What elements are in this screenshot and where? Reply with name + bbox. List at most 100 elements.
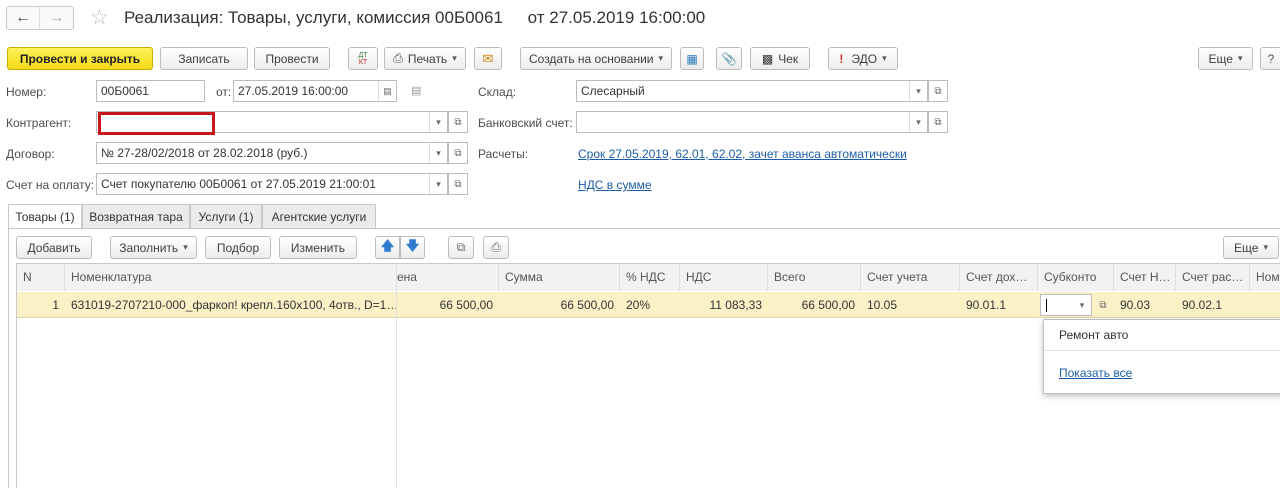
invoice-field[interactable]: Счет покупателю 00Б0061 от 27.05.2019 21… — [96, 173, 448, 195]
invoice-value: Счет покупателю 00Б0061 от 27.05.2019 21… — [101, 177, 376, 191]
copy-row-button[interactable]: ⧉ — [448, 236, 474, 259]
settlements-label: Расчеты: — [478, 147, 529, 161]
contract-open-icon[interactable]: ⧉ — [448, 142, 468, 164]
cell-sum[interactable]: 66 500,00 — [499, 292, 620, 318]
col-header-n[interactable]: N — [17, 264, 65, 291]
fill-button[interactable]: Заполнить — [110, 236, 197, 259]
dt-kt-button[interactable]: ДТ КТ — [348, 47, 378, 70]
vat-in-sum-link[interactable]: НДС в сумме — [578, 178, 652, 192]
bank-account-dropdown-icon[interactable]: ▾ — [909, 112, 927, 132]
cell-expense-account[interactable]: 90.02.1 — [1176, 292, 1250, 318]
help-button[interactable]: ? — [1260, 47, 1280, 70]
contract-field[interactable]: № 27-28/02/2018 от 28.02.2018 (руб.) ▾ — [96, 142, 448, 164]
cell-nomenclature[interactable]: 631019-2707210-000_фаркоп! крепл.160x100… — [65, 292, 397, 318]
change-button[interactable]: Изменить — [279, 236, 357, 259]
redaction-box — [98, 112, 215, 135]
tab-goods[interactable]: Товары (1) — [8, 204, 82, 229]
add-button[interactable]: Добавить — [16, 236, 92, 259]
warehouse-open-icon[interactable]: ⧉ — [928, 80, 948, 102]
cell-vat[interactable]: 11 083,33 — [680, 292, 768, 318]
col-header-account[interactable]: Счет учета — [861, 264, 960, 291]
number-label: Номер: — [6, 85, 47, 99]
forward-arrow-icon[interactable]: → — [40, 7, 73, 29]
tab-services[interactable]: Услуги (1) — [190, 204, 262, 228]
warehouse-field[interactable]: Слесарный ▾ — [576, 80, 928, 102]
email-button[interactable]: ✉ — [474, 47, 502, 70]
favorite-star-icon[interactable]: ☆ — [90, 5, 109, 30]
cell-vat-rate[interactable]: 20% — [620, 292, 680, 318]
settlements-link[interactable]: Срок 27.05.2019, 62.01, 62.02, зачет ава… — [578, 147, 907, 161]
post-button[interactable]: Провести — [254, 47, 330, 70]
calendar-icon[interactable]: ▤ — [378, 81, 396, 101]
col-header-vat-account[interactable]: Счет Н… — [1114, 264, 1176, 291]
table-more-button[interactable]: Еще — [1223, 236, 1279, 259]
clipboard-icon: ⎙ — [491, 240, 501, 254]
counterparty-open-icon[interactable]: ⧉ — [448, 111, 468, 133]
print-label: Печать — [407, 51, 448, 66]
structure-button[interactable]: ▦ — [680, 47, 704, 70]
cell-price[interactable]: 66 500,00 — [397, 292, 499, 318]
tab-returnable-packaging[interactable]: Возвратная тара — [82, 204, 190, 228]
back-arrow-icon[interactable]: ← — [7, 7, 41, 29]
col-header-expense-account[interactable]: Счет рас… — [1176, 264, 1250, 291]
popup-item-car-repair[interactable]: Ремонт авто — [1059, 328, 1128, 342]
warehouse-label: Склад: — [478, 85, 517, 99]
col-header-subconto[interactable]: Субконто — [1038, 264, 1114, 291]
paste-row-button[interactable]: ⎙ — [483, 236, 509, 259]
counterparty-dropdown-icon[interactable]: ▾ — [429, 112, 447, 132]
dt-kt-icon: ДТ КТ — [358, 51, 368, 66]
attach-button[interactable]: 📎 — [716, 47, 742, 70]
page-title-text: Реализация: Товары, услуги, комиссия 00Б… — [124, 8, 503, 27]
col-header-price[interactable]: ена — [397, 264, 499, 291]
copy-icon: ⧉ — [456, 240, 466, 254]
edo-button[interactable]: ! ЭДО — [828, 47, 898, 70]
col-header-nom[interactable]: Ном — [1250, 264, 1280, 291]
cell-n[interactable]: 1 — [17, 292, 65, 318]
page-title: Реализация: Товары, услуги, комиссия 00Б… — [124, 8, 705, 28]
warehouse-dropdown-icon[interactable]: ▾ — [909, 81, 927, 101]
contract-value: № 27-28/02/2018 от 28.02.2018 (руб.) — [101, 146, 308, 160]
col-header-total[interactable]: Всего — [768, 264, 861, 291]
number-field[interactable]: 00Б0061 — [96, 80, 205, 102]
cell-account[interactable]: 10.05 — [861, 292, 960, 318]
col-header-income-account[interactable]: Счет дох… — [960, 264, 1038, 291]
move-down-button[interactable]: 🡇 — [400, 236, 425, 259]
nav-back-forward: ← → — [6, 6, 74, 30]
warehouse-value: Слесарный — [581, 84, 645, 98]
create-based-on-button[interactable]: Создать на основании — [520, 47, 672, 70]
col-header-nomenclature[interactable]: Номенклатура — [65, 264, 397, 291]
subconto-editor[interactable]: ▾ — [1040, 294, 1092, 316]
save-button[interactable]: Записать — [160, 47, 248, 70]
bank-account-label: Банковский счет: — [478, 116, 573, 130]
structure-icon: ▦ — [686, 51, 698, 66]
date-from-label: от: — [216, 85, 232, 99]
show-all-link[interactable]: Показать все — [1059, 366, 1132, 380]
receipt-button[interactable]: ▩ Чек — [750, 47, 810, 70]
cell-vat-account[interactable]: 90.03 — [1114, 292, 1176, 318]
bank-account-field[interactable]: ▾ — [576, 111, 928, 133]
invoice-dropdown-icon[interactable]: ▾ — [429, 174, 447, 194]
col-header-sum[interactable]: Сумма — [499, 264, 620, 291]
invoice-label: Счет на оплату: — [6, 178, 95, 192]
date-field[interactable]: 27.05.2019 16:00:00 ▤ — [233, 80, 397, 102]
subconto-dropdown-popup: Ремонт авто Показать все — [1043, 319, 1280, 394]
cell-total[interactable]: 66 500,00 — [768, 292, 861, 318]
post-and-close-button[interactable]: Провести и закрыть — [7, 47, 153, 70]
contract-dropdown-icon[interactable]: ▾ — [429, 143, 447, 163]
invoice-open-icon[interactable]: ⧉ — [448, 173, 468, 195]
bank-account-open-icon[interactable]: ⧉ — [928, 111, 948, 133]
selection-button[interactable]: Подбор — [205, 236, 271, 259]
document-history-icon[interactable]: ▤ — [411, 84, 421, 97]
tab-agent-services[interactable]: Агентские услуги — [262, 204, 376, 228]
fill-label: Заполнить — [119, 240, 179, 255]
receipt-label: Чек — [778, 51, 799, 66]
print-button[interactable]: ⎙ Печать — [384, 47, 466, 70]
cash-register-icon: ▩ — [761, 51, 774, 66]
col-header-vat[interactable]: НДС — [680, 264, 768, 291]
subconto-dropdown-icon[interactable]: ▾ — [1073, 295, 1091, 315]
more-button[interactable]: Еще — [1198, 47, 1253, 70]
cell-income-account[interactable]: 90.01.1 — [960, 292, 1038, 318]
col-header-vat-rate[interactable]: % НДС — [620, 264, 680, 291]
move-up-button[interactable]: 🡅 — [375, 236, 400, 259]
subconto-open-icon[interactable]: ⧉ — [1094, 294, 1112, 316]
